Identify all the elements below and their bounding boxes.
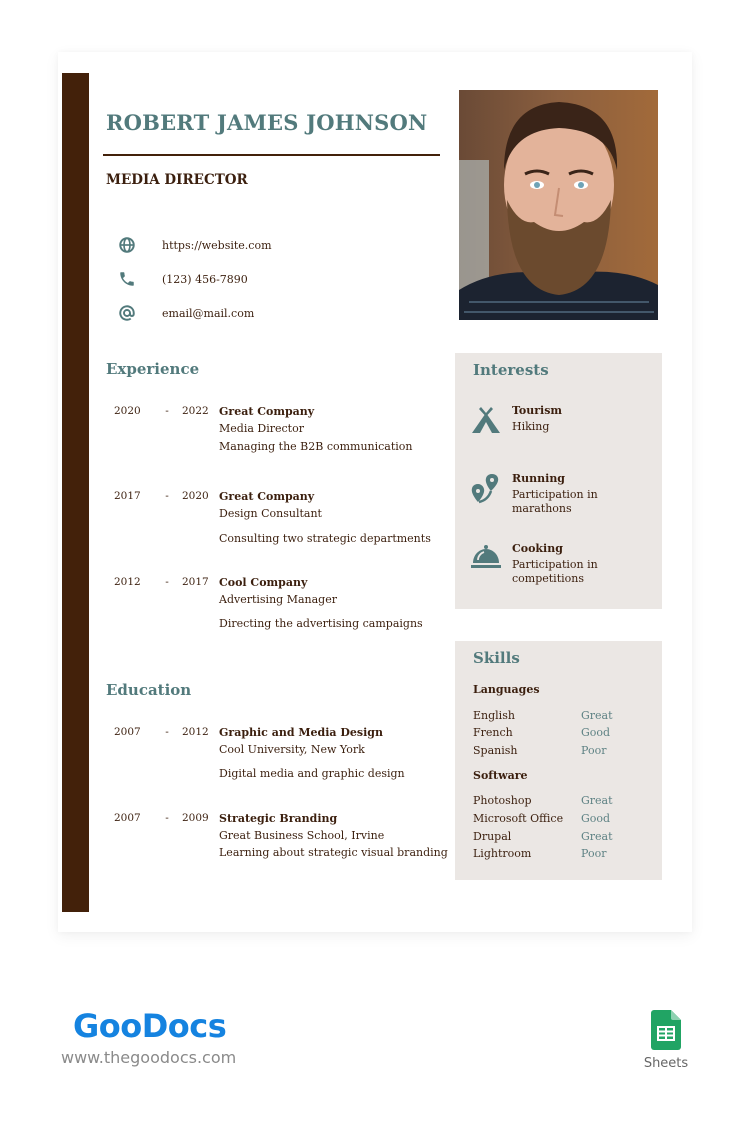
contact-phone: (123) 456-7890 (116, 268, 248, 290)
date-separator: - (165, 405, 169, 417)
job-title: MEDIA DIRECTOR (106, 172, 248, 188)
program-description: Learning about strategic visual branding (219, 846, 448, 859)
skill-level: Good (581, 812, 611, 825)
interests-heading: Interests (473, 361, 549, 379)
school-name: Great Business School, Irvine (219, 829, 385, 842)
skill-level: Good (581, 726, 611, 739)
company-name: Great Company (219, 490, 315, 503)
start-year: 2020 (114, 405, 141, 417)
google-sheets-icon (651, 1010, 681, 1054)
skill-name: Photoshop (473, 794, 532, 807)
start-year: 2007 (114, 812, 141, 824)
sheets-label: Sheets (643, 1056, 689, 1071)
phone-icon (116, 268, 138, 290)
date-separator: - (165, 726, 169, 738)
google-sheets-badge[interactable]: Sheets (643, 1010, 689, 1071)
skills-heading: Skills (473, 649, 520, 667)
tent-icon (470, 404, 502, 436)
role-title: Design Consultant (219, 507, 322, 520)
education-heading: Education (106, 681, 192, 699)
end-year: 2009 (182, 812, 209, 824)
program-name: Strategic Branding (219, 812, 338, 825)
phone-number: (123) 456-7890 (162, 272, 248, 286)
skill-name: Spanish (473, 744, 518, 757)
contact-website: https://website.com (116, 234, 272, 256)
start-year: 2007 (114, 726, 141, 738)
date-separator: - (165, 576, 169, 588)
end-year: 2020 (182, 490, 209, 502)
candidate-name: ROBERT JAMES JOHNSON (106, 110, 428, 135)
end-year: 2022 (182, 405, 209, 417)
website-link[interactable]: https://website.com (162, 239, 272, 252)
program-description: Digital media and graphic design (219, 767, 405, 780)
end-year: 2012 (182, 726, 209, 738)
date-range: 2007 - 2012 (114, 726, 212, 738)
skill-group-title: Languages (473, 683, 540, 696)
interest-name: Running (512, 472, 566, 485)
school-name: Cool University, New York (219, 743, 365, 756)
skill-name: Microsoft Office (473, 812, 564, 825)
experience-heading: Experience (106, 360, 200, 378)
skills-panel: Skills Languages English Great French Go… (455, 641, 662, 880)
date-range: 2012 - 2017 (114, 576, 212, 588)
company-name: Great Company (219, 405, 315, 418)
skill-name: English (473, 709, 515, 722)
company-name: Cool Company (219, 576, 308, 589)
email-link[interactable]: email@mail.com (162, 307, 254, 320)
decorative-side-bar (62, 73, 89, 912)
end-year: 2017 (182, 576, 209, 588)
at-icon (116, 302, 138, 324)
role-description: Managing the B2B communication (219, 440, 413, 453)
skill-group-title: Software (473, 769, 528, 782)
role-description: Consulting two strategic departments (219, 532, 431, 545)
interest-name: Cooking (512, 542, 563, 555)
cloche-icon (470, 542, 502, 574)
name-divider (103, 154, 440, 156)
skill-level: Great (581, 794, 613, 807)
route-pins-icon (470, 472, 502, 504)
interest-description: Hiking (512, 420, 550, 433)
date-range: 2007 - 2009 (114, 812, 212, 824)
interest-description: Participation in marathons (512, 488, 598, 515)
date-range: 2017 - 2020 (114, 490, 212, 502)
interests-panel: Interests Tourism Hiking Running Partici… (455, 353, 662, 609)
contact-email: email@mail.com (116, 302, 254, 324)
globe-icon (116, 234, 138, 256)
date-separator: - (165, 490, 169, 502)
skill-level: Great (581, 709, 613, 722)
start-year: 2017 (114, 490, 141, 502)
program-name: Graphic and Media Design (219, 726, 383, 739)
interest-name: Tourism (512, 404, 563, 417)
role-title: Media Director (219, 422, 304, 435)
goodocs-logo[interactable]: GooDocs (73, 1007, 227, 1045)
date-separator: - (165, 812, 169, 824)
skill-level: Great (581, 830, 613, 843)
skill-level: Poor (581, 744, 607, 757)
skill-level: Poor (581, 847, 607, 860)
profile-photo (459, 90, 658, 320)
start-year: 2012 (114, 576, 141, 588)
interest-description: Participation in competitions (512, 558, 598, 585)
skill-name: Drupal (473, 830, 512, 843)
skill-name: French (473, 726, 513, 739)
role-title: Advertising Manager (219, 593, 337, 606)
date-range: 2020 - 2022 (114, 405, 212, 417)
skill-name: Lightroom (473, 847, 532, 860)
role-description: Directing the advertising campaigns (219, 617, 423, 630)
goodocs-url[interactable]: www.thegoodocs.com (61, 1048, 236, 1067)
